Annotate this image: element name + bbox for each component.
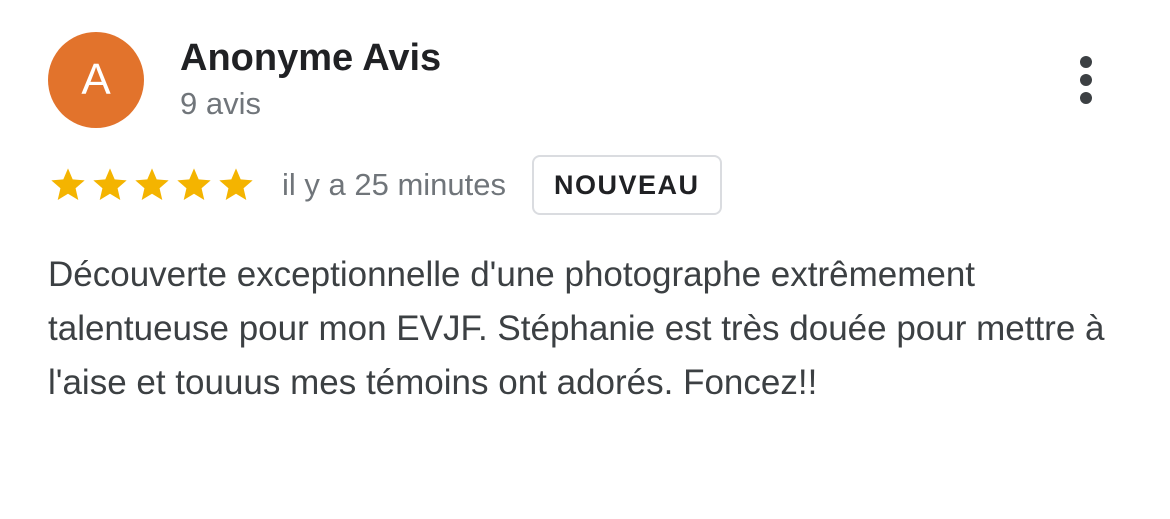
star-icon (51, 168, 85, 200)
star-icon (219, 168, 253, 200)
star-icon (177, 168, 211, 200)
star-icon (93, 168, 127, 200)
reviewer-review-count: 9 avis (180, 86, 261, 121)
more-options-button[interactable] (1062, 50, 1110, 110)
new-badge: NOUVEAU (532, 155, 722, 215)
avatar[interactable]: A (48, 32, 144, 128)
rating-row: il y a 25 minutes NOUVEAU (48, 152, 722, 218)
review-text: Découverte exceptionnelle d'une photogra… (48, 255, 1105, 402)
reviewer-name[interactable]: Anonyme Avis (180, 36, 441, 80)
avatar-initial: A (81, 55, 111, 104)
review-card: A Anonyme Avis 9 avis il y a 25 minutes … (0, 0, 1170, 519)
star-rating (48, 165, 258, 205)
review-timestamp: il y a 25 minutes (282, 167, 506, 202)
more-vert-icon (1080, 56, 1092, 104)
star-icon (135, 168, 169, 200)
